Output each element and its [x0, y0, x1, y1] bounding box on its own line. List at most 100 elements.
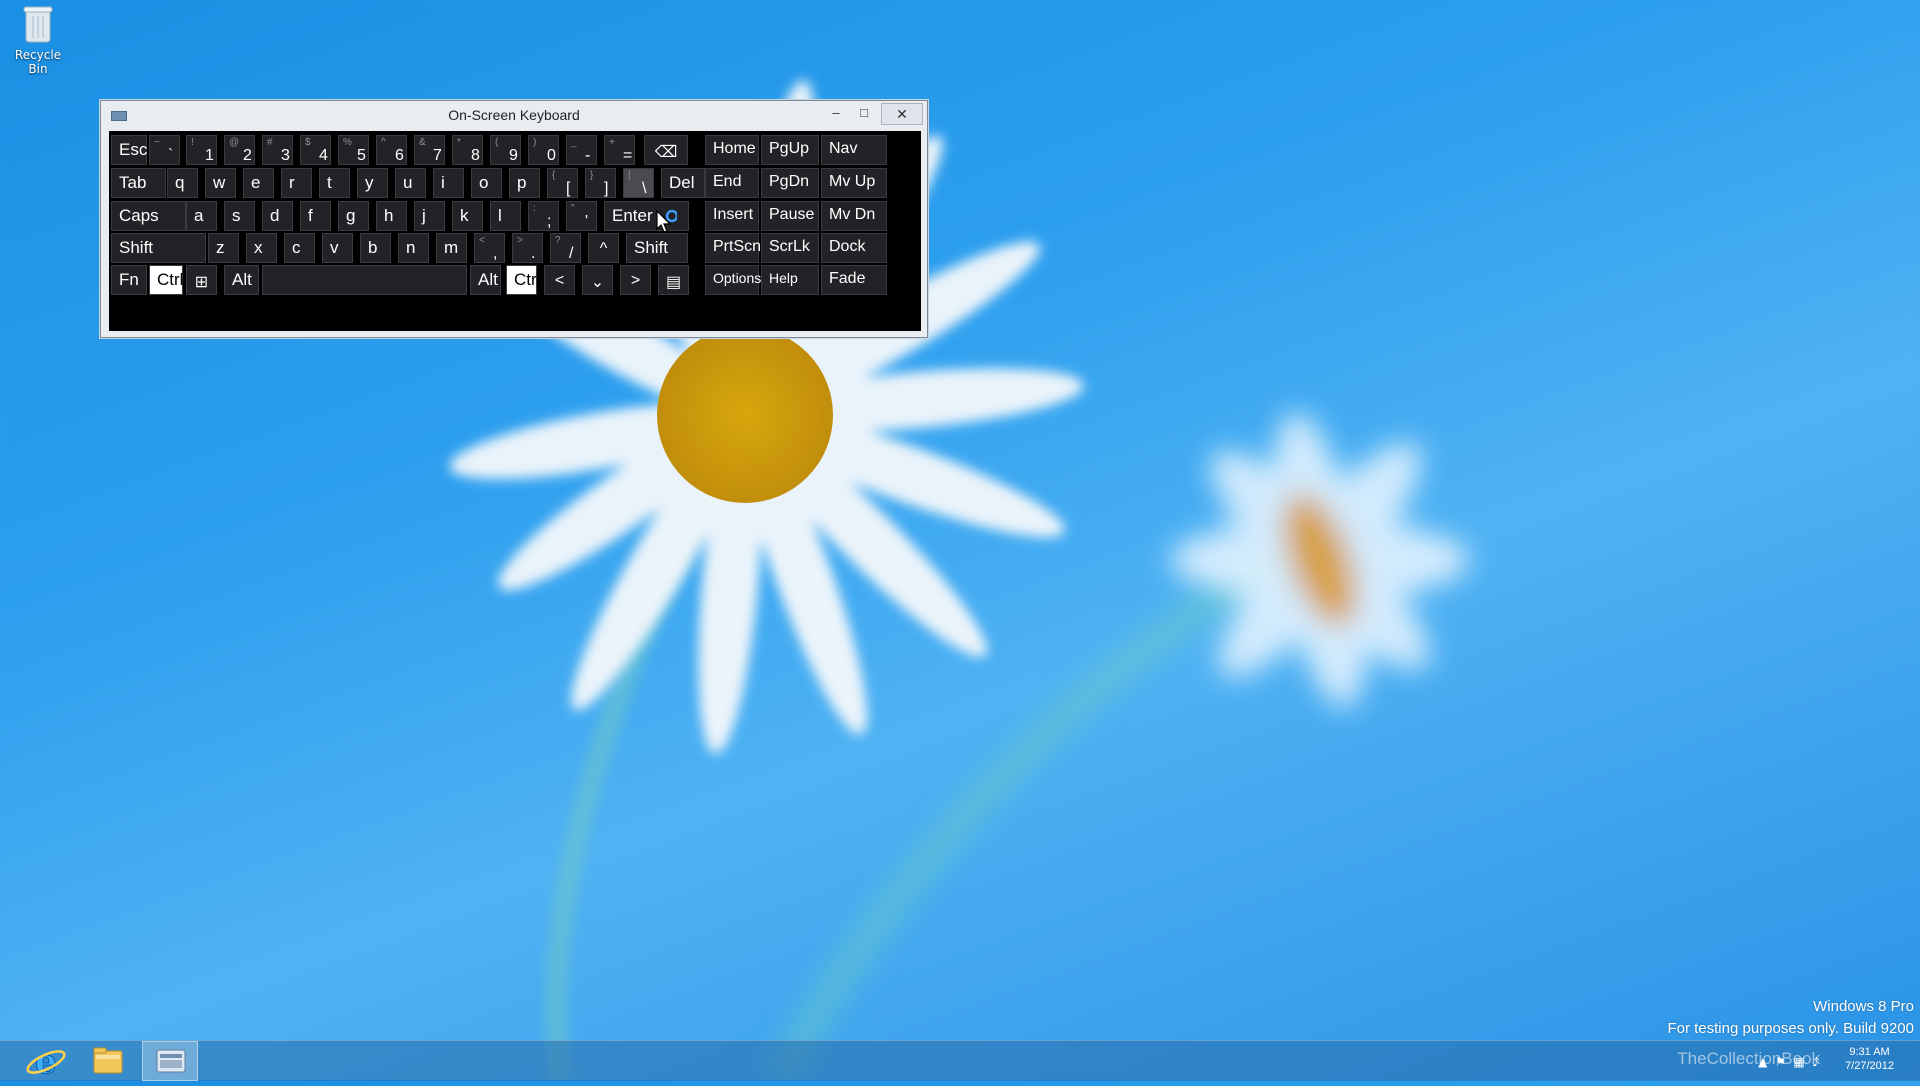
key-o[interactable]: o — [471, 168, 502, 198]
key-label: Enter — [612, 206, 653, 225]
key-help[interactable]: Help — [761, 265, 819, 295]
key-win[interactable]: ⊞ — [186, 265, 217, 295]
key-backtick[interactable]: ~ ` — [149, 135, 180, 165]
key-semicolon[interactable]: :; — [528, 201, 559, 231]
key-label: Esc — [119, 140, 148, 159]
key-left[interactable]: < — [544, 265, 575, 295]
key-7[interactable]: & 7 — [414, 135, 445, 165]
key-right[interactable]: > — [620, 265, 651, 295]
key-backspace[interactable]: ⌫ — [644, 135, 688, 165]
key-y[interactable]: y — [357, 168, 388, 198]
key-tab[interactable]: Tab — [111, 168, 166, 198]
key-rctrl[interactable]: Ctrl — [506, 265, 540, 295]
key-label: 4 — [319, 147, 328, 164]
key-fade[interactable]: Fade — [821, 265, 887, 295]
key-t[interactable]: t — [319, 168, 350, 198]
taskbar-on-screen-keyboard[interactable] — [142, 1041, 198, 1081]
key-minus[interactable]: _ - — [566, 135, 597, 165]
key-home[interactable]: Home — [705, 135, 759, 165]
key-lalt[interactable]: Alt — [224, 265, 259, 295]
key-mv-up[interactable]: Mv Up — [821, 168, 887, 198]
key-d[interactable]: d — [262, 201, 293, 231]
key-rbracket[interactable]: }] — [585, 168, 616, 198]
key-dock[interactable]: Dock — [821, 233, 887, 263]
key-backslash[interactable]: | \ — [623, 168, 654, 198]
key-pgdn[interactable]: PgDn — [761, 168, 819, 198]
key-w[interactable]: w — [205, 168, 236, 198]
key-rshift[interactable]: Shift — [626, 233, 688, 263]
key-del[interactable]: Del — [661, 168, 705, 198]
maximize-button[interactable]: □ — [851, 103, 877, 123]
key-4[interactable]: $4 — [300, 135, 331, 165]
key-slash[interactable]: ? / — [550, 233, 581, 263]
key-v[interactable]: v — [322, 233, 353, 263]
key-x[interactable]: x — [246, 233, 277, 263]
flag-icon[interactable]: ⚑ — [1775, 1055, 1786, 1069]
key-end[interactable]: End — [705, 168, 759, 198]
key-8[interactable]: * 8 — [452, 135, 483, 165]
keyboard-area: Esc ~ `! 1 @2 #3 $4% 5 ^ 6 & 7 * 8(9) 0 _ - + = ⌫ Tab q w e r t y u… — [109, 131, 921, 331]
key-caps[interactable]: Caps — [111, 201, 186, 231]
key-a[interactable]: a — [186, 201, 217, 231]
key-h[interactable]: h — [376, 201, 407, 231]
key-k[interactable]: k — [452, 201, 483, 231]
key-e[interactable]: e — [243, 168, 274, 198]
key-m[interactable]: m — [436, 233, 467, 263]
key-shift-label: ) — [533, 137, 537, 148]
key-comma[interactable]: <, — [474, 233, 505, 263]
key-r[interactable]: r — [281, 168, 312, 198]
key-down[interactable]: ⌄ — [582, 265, 613, 295]
close-button[interactable]: ✕ — [881, 103, 923, 125]
key-quote[interactable]: " ' — [566, 201, 597, 231]
key-b[interactable]: b — [360, 233, 391, 263]
key-2[interactable]: @2 — [224, 135, 255, 165]
key-j[interactable]: j — [414, 201, 445, 231]
key-s[interactable]: s — [224, 201, 255, 231]
key-equals[interactable]: + = — [604, 135, 635, 165]
key-lctrl[interactable]: Ctrl — [149, 265, 183, 295]
key-pause[interactable]: Pause — [761, 201, 819, 231]
key-ralt[interactable]: Alt — [470, 265, 501, 295]
title-bar[interactable]: On-Screen Keyboard – □ ✕ — [101, 101, 927, 129]
key-mv-dn[interactable]: Mv Dn — [821, 201, 887, 231]
key-i[interactable]: i — [433, 168, 464, 198]
key-menu[interactable]: ▤ — [658, 265, 689, 295]
key-c[interactable]: c — [284, 233, 315, 263]
key-esc[interactable]: Esc — [111, 135, 147, 165]
key-u[interactable]: u — [395, 168, 426, 198]
key-l[interactable]: l — [490, 201, 521, 231]
key-3[interactable]: #3 — [262, 135, 293, 165]
key-p[interactable]: p — [509, 168, 540, 198]
show-hidden-icons-icon[interactable]: ▲ — [1758, 1055, 1767, 1069]
minimize-button[interactable]: – — [823, 103, 849, 123]
key-lbracket[interactable]: {[ — [547, 168, 578, 198]
key-nav[interactable]: Nav — [821, 135, 887, 165]
key-q[interactable]: q — [167, 168, 198, 198]
key-6[interactable]: ^ 6 — [376, 135, 407, 165]
key-prtscn[interactable]: PrtScn — [705, 233, 761, 263]
taskbar-file-explorer[interactable] — [80, 1041, 136, 1081]
recycle-bin-icon — [23, 4, 53, 44]
key-space[interactable] — [262, 265, 467, 295]
recycle-bin-shortcut[interactable]: Recycle Bin — [6, 4, 70, 76]
key-g[interactable]: g — [338, 201, 369, 231]
network-icon[interactable]: ▦ — [1793, 1055, 1804, 1069]
key-0[interactable]: ) 0 — [528, 135, 559, 165]
key-insert[interactable]: Insert — [705, 201, 759, 231]
key-options[interactable]: Options — [705, 265, 761, 295]
key-fn[interactable]: Fn — [111, 265, 147, 295]
key-period[interactable]: >. — [512, 233, 543, 263]
key-scrlk[interactable]: ScrLk — [761, 233, 819, 263]
key-1[interactable]: ! 1 — [186, 135, 217, 165]
clock[interactable]: 9:31 AM 7/27/2012 — [1845, 1045, 1894, 1073]
volume-icon[interactable]: ♪ — [1812, 1055, 1820, 1069]
key-pgup[interactable]: PgUp — [761, 135, 819, 165]
key-z[interactable]: z — [208, 233, 239, 263]
key-n[interactable]: n — [398, 233, 429, 263]
taskbar-internet-explorer[interactable]: e — [18, 1041, 74, 1083]
key-5[interactable]: % 5 — [338, 135, 369, 165]
key-lshift[interactable]: Shift — [111, 233, 206, 263]
key-up[interactable]: ^ — [588, 233, 619, 263]
key-f[interactable]: f — [300, 201, 331, 231]
key-9[interactable]: (9 — [490, 135, 521, 165]
